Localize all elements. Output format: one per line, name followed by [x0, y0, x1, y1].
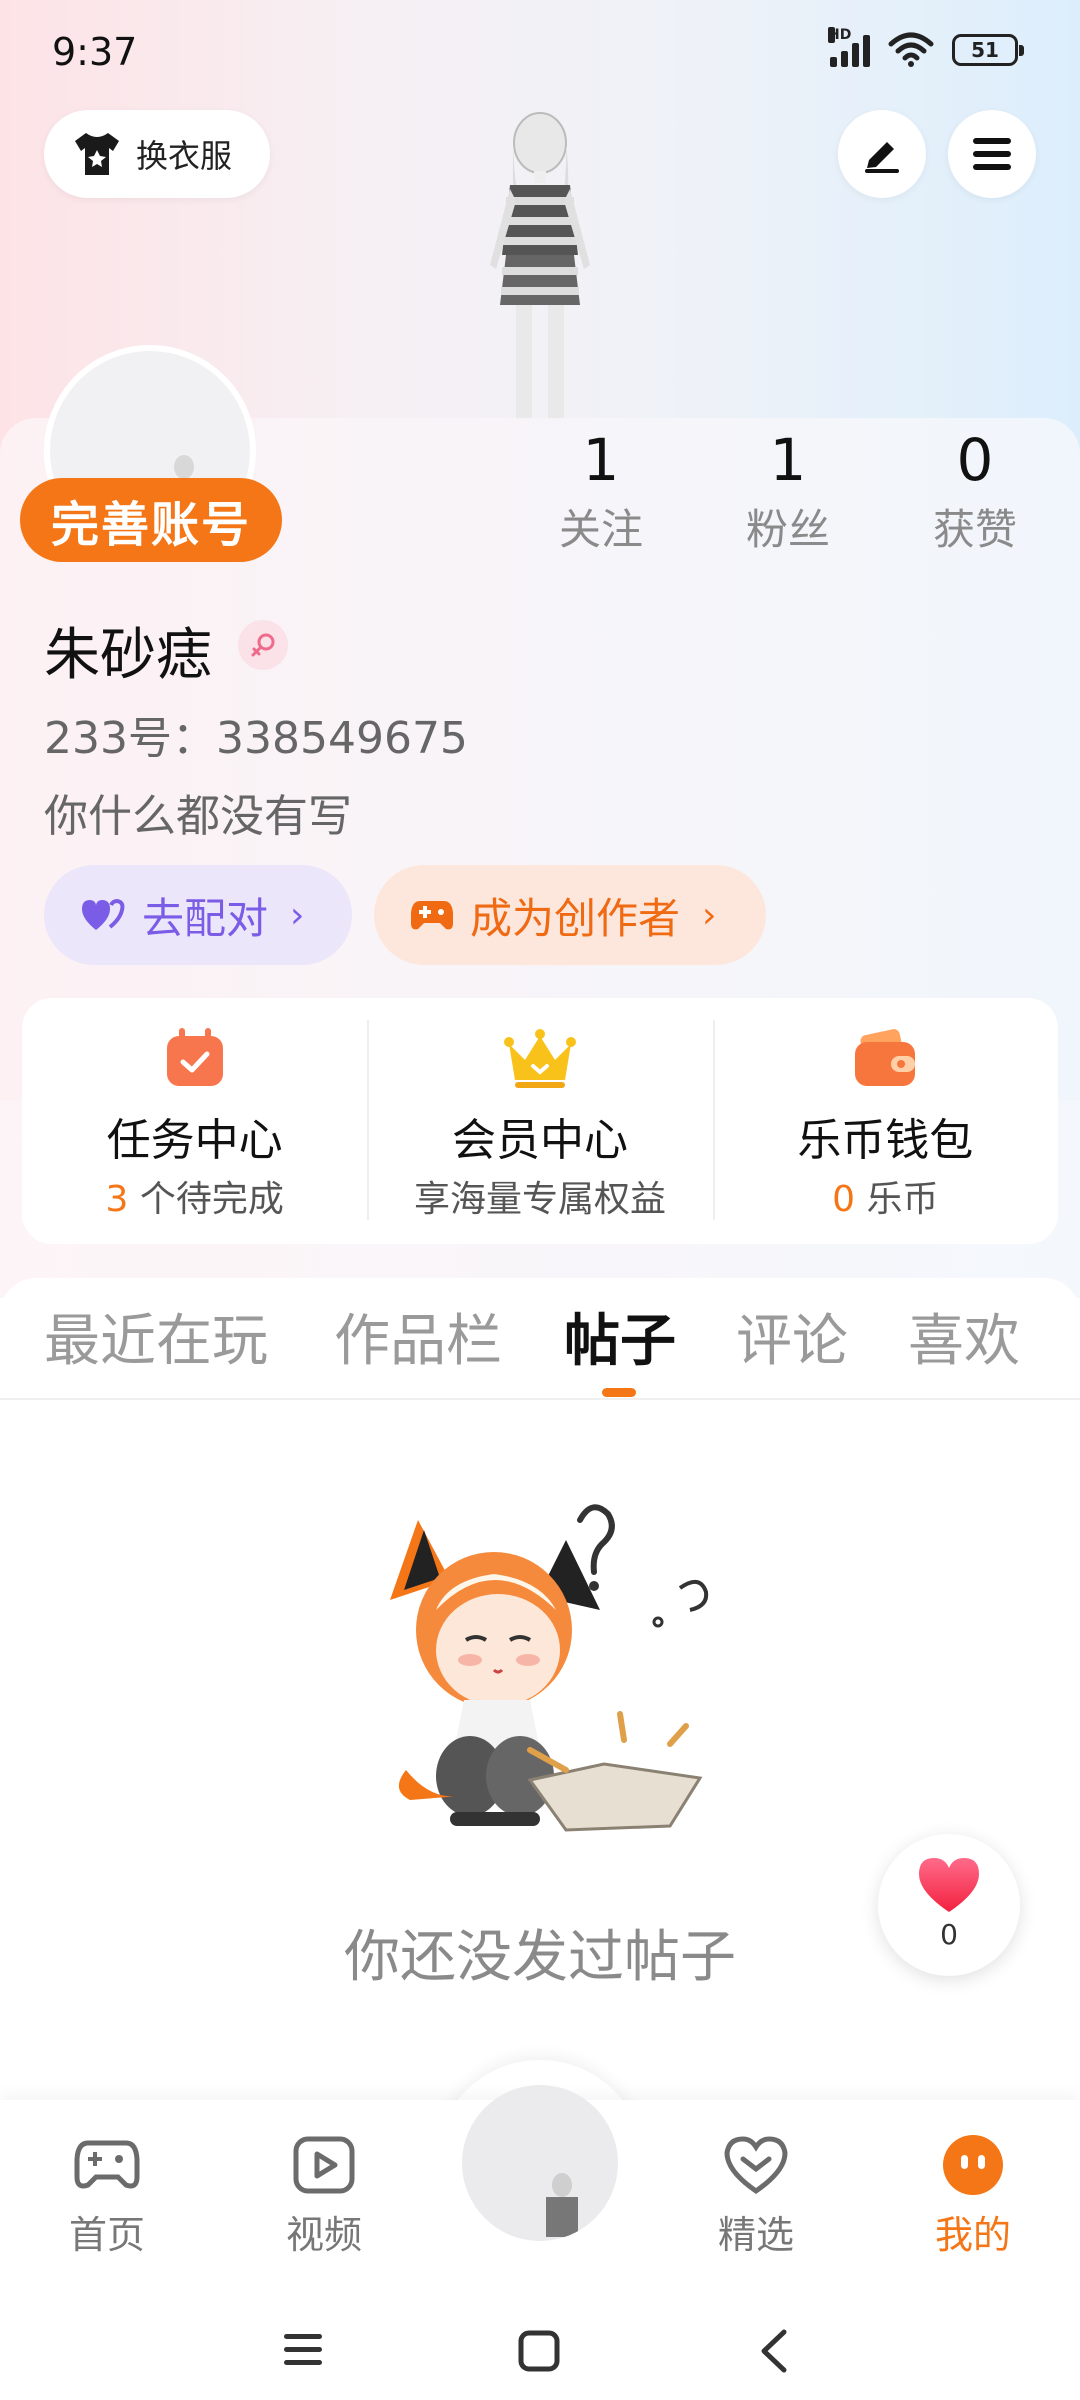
- gamepad-icon: [74, 2140, 140, 2189]
- tab-posts[interactable]: 帖子: [564, 1296, 676, 1377]
- task-pending-label: 个待完成: [128, 1179, 284, 1220]
- stat-following[interactable]: 1 关注: [516, 420, 686, 560]
- stat-likes[interactable]: 0 获赞: [890, 420, 1060, 560]
- wallet-icon: [855, 1029, 916, 1086]
- hd-label: HD: [828, 27, 852, 43]
- task-center-title: 任务中心: [106, 1115, 283, 1166]
- vip-center[interactable]: 会员中心 享海量专属权益: [367, 998, 712, 1244]
- followers-count: 1: [769, 426, 807, 494]
- double-heart-icon: [82, 898, 125, 930]
- coin-wallet-subtitle: 0 乐币: [713, 1170, 1058, 1222]
- edit-profile-button[interactable]: [838, 110, 926, 198]
- chevron-right-icon: ›: [702, 894, 717, 936]
- nav-home-label: 首页: [68, 2213, 145, 2257]
- coin-balance: 0: [832, 1179, 856, 1220]
- status-icons: HD 51: [828, 27, 1024, 68]
- like-count: 0: [940, 1918, 958, 1951]
- following-count: 1: [582, 426, 620, 494]
- me-face-icon: [943, 2135, 1003, 2195]
- hamburger-menu-icon: [973, 138, 1011, 170]
- pair-button[interactable]: 去配对 ›: [44, 865, 352, 965]
- home-square-icon[interactable]: [518, 2330, 560, 2372]
- followers-label: 粉丝: [745, 505, 830, 554]
- coin-wallet[interactable]: 乐币钱包 0 乐币: [712, 998, 1058, 1244]
- tab-likes[interactable]: 喜欢: [908, 1296, 1020, 1377]
- coin-unit: 乐币: [855, 1179, 939, 1220]
- user-bio: 你什么都没有写: [44, 791, 352, 842]
- following-label: 关注: [558, 505, 643, 554]
- complete-account-badge[interactable]: 完善账号: [20, 478, 282, 562]
- tshirt-icon: [75, 133, 119, 175]
- status-time: 9:37: [52, 30, 138, 74]
- tab-works[interactable]: 作品栏: [334, 1296, 502, 1377]
- video-play-icon: [293, 2136, 355, 2194]
- task-pending-count: 3: [105, 1179, 129, 1220]
- cellular-signal-icon: HD: [828, 27, 870, 67]
- username: 朱砂痣: [44, 623, 212, 688]
- calendar-check-icon: [166, 1028, 223, 1086]
- task-center[interactable]: 任务中心 3 个待完成: [22, 998, 367, 1244]
- tab-divider: [0, 1398, 1080, 1400]
- avatar-character-figure: [490, 112, 590, 420]
- chevron-right-icon: ›: [290, 894, 305, 936]
- vip-center-subtitle: 享海量专属权益: [413, 1179, 666, 1220]
- nav-featured[interactable]: 精选: [681, 2130, 831, 2259]
- nav-me-label: 我的: [934, 2213, 1011, 2257]
- nav-me[interactable]: 我的: [898, 2130, 1048, 2259]
- menu-button[interactable]: [948, 110, 1036, 198]
- like-floating-button[interactable]: 0: [878, 1834, 1020, 1976]
- likes-label: 获赞: [932, 505, 1017, 554]
- become-creator-label: 成为创作者: [470, 893, 681, 943]
- nav-video[interactable]: 视频: [249, 2130, 399, 2259]
- heart-icon: [919, 1858, 979, 1912]
- pair-label: 去配对: [142, 893, 269, 943]
- recent-apps-icon[interactable]: [282, 2332, 324, 2368]
- empty-state-mascot-illustration: [390, 1504, 709, 1832]
- crown-icon: [503, 1029, 576, 1088]
- likes-count: 0: [956, 426, 994, 494]
- female-gender-icon: [238, 620, 288, 670]
- user-id: 233号：338549675: [44, 713, 468, 764]
- coin-wallet-title: 乐币钱包: [797, 1115, 974, 1166]
- gamepad-icon: [411, 901, 453, 930]
- tab-recently-played[interactable]: 最近在玩: [44, 1296, 268, 1377]
- become-creator-button[interactable]: 成为创作者 ›: [374, 865, 766, 965]
- wifi-icon: [888, 32, 934, 67]
- nav-featured-label: 精选: [717, 2213, 794, 2257]
- nav-home[interactable]: 首页: [32, 2130, 182, 2259]
- feature-card: 任务中心 3 个待完成 会员中心 享海量专属权益 乐币钱包 0 乐币: [22, 998, 1058, 1244]
- battery-icon: 51: [952, 34, 1024, 66]
- heart-badge-icon: [724, 2136, 788, 2195]
- nav-center-avatar-button[interactable]: [462, 2085, 618, 2241]
- dress-up-button[interactable]: 换衣服: [44, 110, 270, 198]
- tab-comments[interactable]: 评论: [736, 1296, 848, 1377]
- pencil-icon: [865, 142, 899, 173]
- stat-followers[interactable]: 1 粉丝: [703, 420, 873, 560]
- nav-video-label: 视频: [285, 2213, 362, 2257]
- task-center-subtitle: 3 个待完成: [22, 1170, 367, 1222]
- system-nav-bar: [0, 2290, 1080, 2400]
- back-icon[interactable]: [758, 2328, 788, 2374]
- active-tab-indicator: [602, 1388, 636, 1397]
- status-bar: 9:37 HD 51: [0, 0, 1080, 110]
- vip-center-title: 会员中心: [451, 1115, 628, 1166]
- avatar-figure: [546, 2173, 578, 2237]
- dress-up-label: 换衣服: [136, 137, 233, 175]
